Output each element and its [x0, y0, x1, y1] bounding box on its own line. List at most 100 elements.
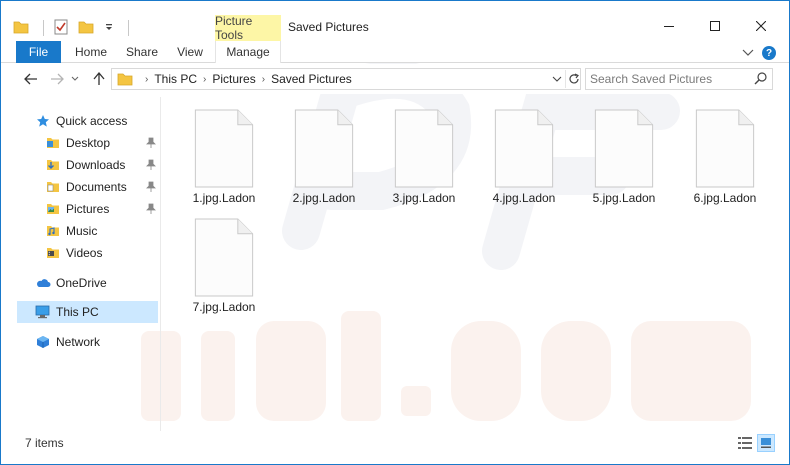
customize-toolbar-icon[interactable] — [104, 21, 114, 35]
documents-folder-icon — [45, 179, 61, 195]
blank-file-icon — [394, 109, 454, 188]
back-button[interactable] — [21, 69, 41, 89]
breadcrumb-pictures[interactable]: Pictures — [212, 72, 255, 86]
folder-icon[interactable] — [13, 20, 29, 37]
nav-item-desktop[interactable]: Desktop — [45, 132, 157, 154]
pin-icon[interactable] — [145, 202, 157, 216]
star-icon — [35, 113, 51, 129]
maximize-icon — [710, 21, 720, 31]
search-input[interactable] — [590, 70, 750, 88]
nav-item-label: Quick access — [56, 114, 128, 128]
nav-item-network[interactable]: Network — [35, 331, 157, 353]
refresh-button[interactable] — [565, 70, 581, 88]
pin-icon[interactable] — [145, 180, 157, 194]
chevron-down-icon — [552, 76, 562, 82]
file-list-view: 1.jpg.Ladon 2.jpg.Ladon 3.jpg.Ladon 4.jp… — [162, 97, 789, 431]
maximize-button[interactable] — [692, 11, 738, 41]
file-name: 4.jpg.Ladon — [492, 191, 556, 205]
properties-icon[interactable] — [54, 19, 68, 38]
nav-item-label: Documents — [66, 180, 127, 194]
chevron-down-icon — [742, 49, 754, 56]
file-name: 5.jpg.Ladon — [592, 191, 656, 205]
nav-item-this-pc[interactable]: This PC — [17, 301, 158, 323]
large-icons-view-button[interactable] — [757, 434, 775, 452]
tab-manage[interactable]: Manage — [215, 41, 281, 63]
network-icon — [35, 334, 51, 350]
nav-item-label: Videos — [66, 246, 103, 260]
address-bar[interactable]: › This PC › Pictures › Saved Pictures — [111, 68, 581, 90]
arrow-right-icon — [51, 73, 64, 85]
pin-icon[interactable] — [145, 136, 157, 150]
tab-share[interactable]: Share — [122, 41, 162, 63]
file-name: 6.jpg.Ladon — [693, 191, 757, 205]
nav-item-downloads[interactable]: Downloads — [45, 154, 157, 176]
file-item[interactable]: 5.jpg.Ladon — [584, 101, 664, 205]
new-folder-icon[interactable] — [78, 20, 94, 37]
expand-ribbon-button[interactable] — [741, 44, 755, 62]
ribbon-tabs: File Home Share View Manage ? — [1, 41, 789, 63]
item-count: 7 items — [25, 436, 64, 450]
nav-item-label: Network — [56, 335, 101, 349]
computer-icon — [35, 304, 51, 320]
title-bar: Picture Tools Saved Pictures — [1, 1, 789, 42]
nav-item-pictures[interactable]: Pictures — [45, 198, 157, 220]
videos-folder-icon — [45, 245, 61, 261]
nav-item-videos[interactable]: Videos — [45, 242, 157, 264]
nav-item-label: OneDrive — [56, 276, 107, 290]
search-icon — [754, 71, 768, 85]
nav-item-label: Downloads — [66, 158, 126, 172]
file-item[interactable]: 1.jpg.Ladon — [184, 101, 264, 205]
arrow-left-icon — [24, 73, 37, 85]
downloads-folder-icon — [45, 157, 61, 173]
toolbar-separator — [128, 20, 129, 36]
tab-file[interactable]: File — [16, 41, 61, 63]
breadcrumb-this-pc[interactable]: This PC — [154, 72, 197, 86]
file-explorer-window: Picture Tools Saved Pictures File Home S… — [0, 0, 790, 465]
nav-item-label: This PC — [56, 305, 99, 319]
nav-item-documents[interactable]: Documents — [45, 176, 157, 198]
desktop-folder-icon — [45, 135, 61, 151]
blank-file-icon — [194, 109, 254, 188]
help-icon: ? — [762, 46, 776, 60]
status-bar: 7 items — [1, 431, 789, 456]
breadcrumb-saved-pictures[interactable]: Saved Pictures — [271, 72, 352, 86]
file-item[interactable]: 4.jpg.Ladon — [484, 101, 564, 205]
file-item[interactable]: 6.jpg.Ladon — [685, 101, 765, 205]
forward-button[interactable] — [47, 69, 67, 89]
navigation-pane: Quick access Desktop Downloads Documents… — [1, 97, 161, 431]
pictures-folder-icon — [45, 201, 61, 217]
arrow-up-icon — [93, 72, 105, 85]
blank-file-icon — [594, 109, 654, 188]
minimize-button[interactable] — [646, 11, 692, 41]
tab-home[interactable]: Home — [71, 41, 111, 63]
file-item[interactable]: 2.jpg.Ladon — [284, 101, 364, 205]
pin-icon[interactable] — [145, 158, 157, 172]
details-view-button[interactable] — [736, 434, 754, 452]
blank-file-icon — [294, 109, 354, 188]
help-button[interactable]: ? — [761, 44, 777, 62]
tab-view[interactable]: View — [173, 41, 207, 63]
toolbar-separator — [43, 20, 44, 36]
file-name: 3.jpg.Ladon — [392, 191, 456, 205]
blank-file-icon — [494, 109, 554, 188]
file-name: 7.jpg.Ladon — [192, 300, 256, 314]
breadcrumb-chevron-icon[interactable]: › — [203, 74, 206, 85]
large-icons-view-icon — [761, 438, 771, 448]
blank-file-icon — [695, 109, 755, 188]
close-button[interactable] — [738, 11, 784, 41]
breadcrumb-chevron-icon[interactable]: › — [145, 74, 148, 85]
nav-item-music[interactable]: Music — [45, 220, 157, 242]
recent-locations-button[interactable] — [69, 69, 81, 89]
cloud-icon — [35, 275, 51, 291]
up-button[interactable] — [89, 69, 109, 89]
file-name: 1.jpg.Ladon — [192, 191, 256, 205]
breadcrumb-chevron-icon[interactable]: › — [262, 74, 265, 85]
nav-item-onedrive[interactable]: OneDrive — [35, 272, 157, 294]
chevron-down-icon — [71, 76, 79, 81]
search-box[interactable] — [585, 68, 773, 90]
address-history-button[interactable] — [550, 71, 564, 87]
nav-item-label: Pictures — [66, 202, 110, 216]
file-item[interactable]: 3.jpg.Ladon — [384, 101, 464, 205]
nav-item-quick-access[interactable]: Quick access — [35, 110, 157, 132]
file-item[interactable]: 7.jpg.Ladon — [184, 210, 264, 314]
